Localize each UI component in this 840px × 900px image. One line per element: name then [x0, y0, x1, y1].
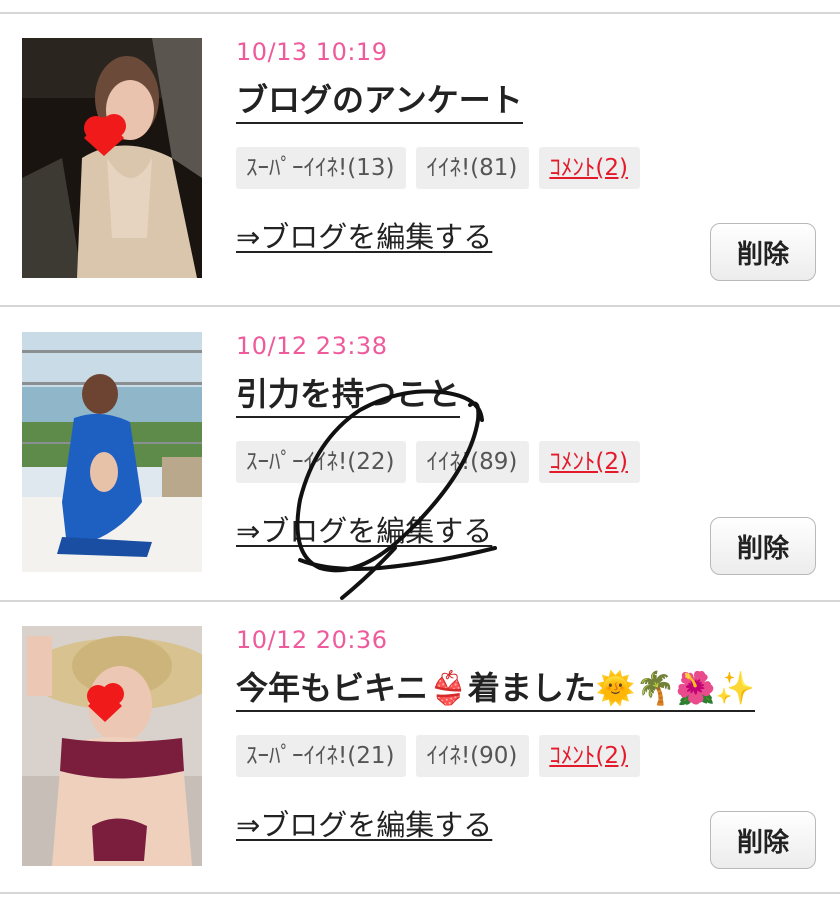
edit-blog-link[interactable]: ⇒ブログを編集する [236, 802, 492, 844]
comment-link[interactable]: ｺﾒﾝﾄ(2) [549, 155, 628, 181]
super-like-badge: ｽｰﾊﾟｰｲｲﾈ!(13) [236, 147, 407, 189]
blog-post-list: 10/13 10:19 ブログのアンケート ｽｰﾊﾟｰｲｲﾈ!(13) ｲｲﾈ!… [0, 0, 840, 900]
post-date: 10/12 20:36 [236, 626, 388, 654]
post-thumbnail[interactable] [22, 332, 202, 572]
edit-blog-link[interactable]: ⇒ブログを編集する [236, 508, 492, 550]
like-badge: ｲｲﾈ!(81) [416, 147, 530, 189]
edit-blog-link[interactable]: ⇒ブログを編集する [236, 214, 492, 256]
post-date: 10/12 23:38 [236, 332, 388, 360]
super-like-badge: ｽｰﾊﾟｰｲｲﾈ!(21) [236, 735, 407, 777]
like-badge: ｲｲﾈ!(89) [416, 441, 530, 483]
blog-post-3: 10/12 20:36 今年もビキニ👙着ました🌞🌴🌺✨ ｽｰﾊﾟｰｲｲﾈ!(21… [0, 602, 840, 892]
like-badge: ｲｲﾈ!(90) [416, 735, 530, 777]
comment-badge[interactable]: ｺﾒﾝﾄ(2) [539, 441, 640, 483]
post-badges: ｽｰﾊﾟｰｲｲﾈ!(22) ｲｲﾈ!(89) ｺﾒﾝﾄ(2) [236, 441, 640, 483]
divider [0, 305, 840, 307]
post-badges: ｽｰﾊﾟｰｲｲﾈ!(21) ｲｲﾈ!(90) ｺﾒﾝﾄ(2) [236, 735, 640, 777]
super-like-badge: ｽｰﾊﾟｰｲｲﾈ!(22) [236, 441, 407, 483]
delete-button[interactable]: 削除 [710, 811, 816, 869]
comment-badge[interactable]: ｺﾒﾝﾄ(2) [539, 735, 640, 777]
blog-post-1: 10/13 10:19 ブログのアンケート ｽｰﾊﾟｰｲｲﾈ!(13) ｲｲﾈ!… [0, 14, 840, 304]
post-date: 10/13 10:19 [236, 38, 388, 66]
post-title[interactable]: 引力を持つこと [236, 374, 461, 418]
post-title[interactable]: 今年もビキニ👙着ました🌞🌴🌺✨ [236, 668, 756, 712]
divider [0, 892, 840, 894]
comment-link[interactable]: ｺﾒﾝﾄ(2) [549, 743, 628, 769]
blog-post-2: 10/12 23:38 引力を持つこと ｽｰﾊﾟｰｲｲﾈ!(22) ｲｲﾈ!(8… [0, 308, 840, 598]
delete-button[interactable]: 削除 [710, 517, 816, 575]
comment-link[interactable]: ｺﾒﾝﾄ(2) [549, 449, 628, 475]
post-thumbnail[interactable] [22, 626, 202, 866]
post-title[interactable]: ブログのアンケート [236, 80, 523, 124]
post-badges: ｽｰﾊﾟｰｲｲﾈ!(13) ｲｲﾈ!(81) ｺﾒﾝﾄ(2) [236, 147, 640, 189]
comment-badge[interactable]: ｺﾒﾝﾄ(2) [539, 147, 640, 189]
delete-button[interactable]: 削除 [710, 223, 816, 281]
post-thumbnail[interactable] [22, 38, 202, 278]
